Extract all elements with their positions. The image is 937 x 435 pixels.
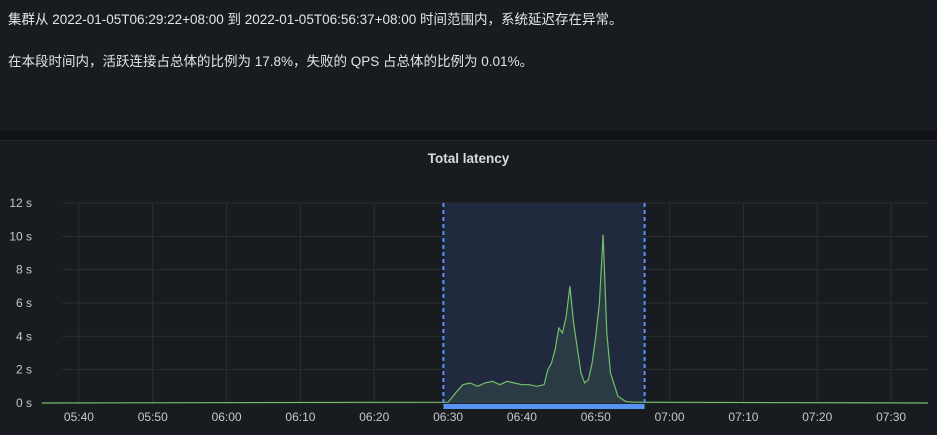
anomaly-range-bar [443, 404, 645, 409]
x-tick-label: 05:50 [138, 410, 168, 424]
summary-line-time-range: 集群从 2022-01-05T06:29:22+08:00 到 2022-01-… [8, 12, 623, 27]
x-tick-label: 06:10 [285, 410, 315, 424]
y-tick-label: 0 s [16, 396, 32, 410]
y-tick-label: 10 s [9, 229, 32, 243]
summary-panel: 集群从 2022-01-05T06:29:22+08:00 到 2022-01-… [0, 0, 937, 131]
y-tick-label: 6 s [16, 296, 32, 310]
y-tick-label: 2 s [16, 363, 32, 377]
x-tick-label: 05:40 [64, 410, 94, 424]
anomaly-range-region [443, 203, 645, 403]
x-tick-label: 07:00 [655, 410, 685, 424]
x-tick-label: 07:30 [876, 410, 906, 424]
y-tick-label: 4 s [16, 329, 32, 343]
x-tick-label: 07:20 [802, 410, 832, 424]
y-tick-label: 12 s [9, 196, 32, 210]
latency-chart[interactable]: 0 s 2 s 4 s 6 s 8 s 10 s 12 s 05:40 05:50 06:00 06… [0, 141, 937, 435]
x-tick-label: 06:50 [581, 410, 611, 424]
total-latency-panel: Total latency 0 s2 s4 s6 s8 s 10 s 12 s 05:… [0, 140, 937, 435]
x-tick-label: 06:00 [212, 410, 242, 424]
y-tick-label: 8 s [16, 263, 32, 277]
x-tick-label: 07:10 [728, 410, 758, 424]
summary-line-ratios: 在本段时间内，活跃连接占总体的比例为 17.8%，失败的 QPS 占总体的比例为… [8, 54, 534, 69]
x-tick-label: 06:40 [507, 410, 537, 424]
x-tick-label: 06:20 [359, 410, 389, 424]
x-tick-label: 06:30 [433, 410, 463, 424]
